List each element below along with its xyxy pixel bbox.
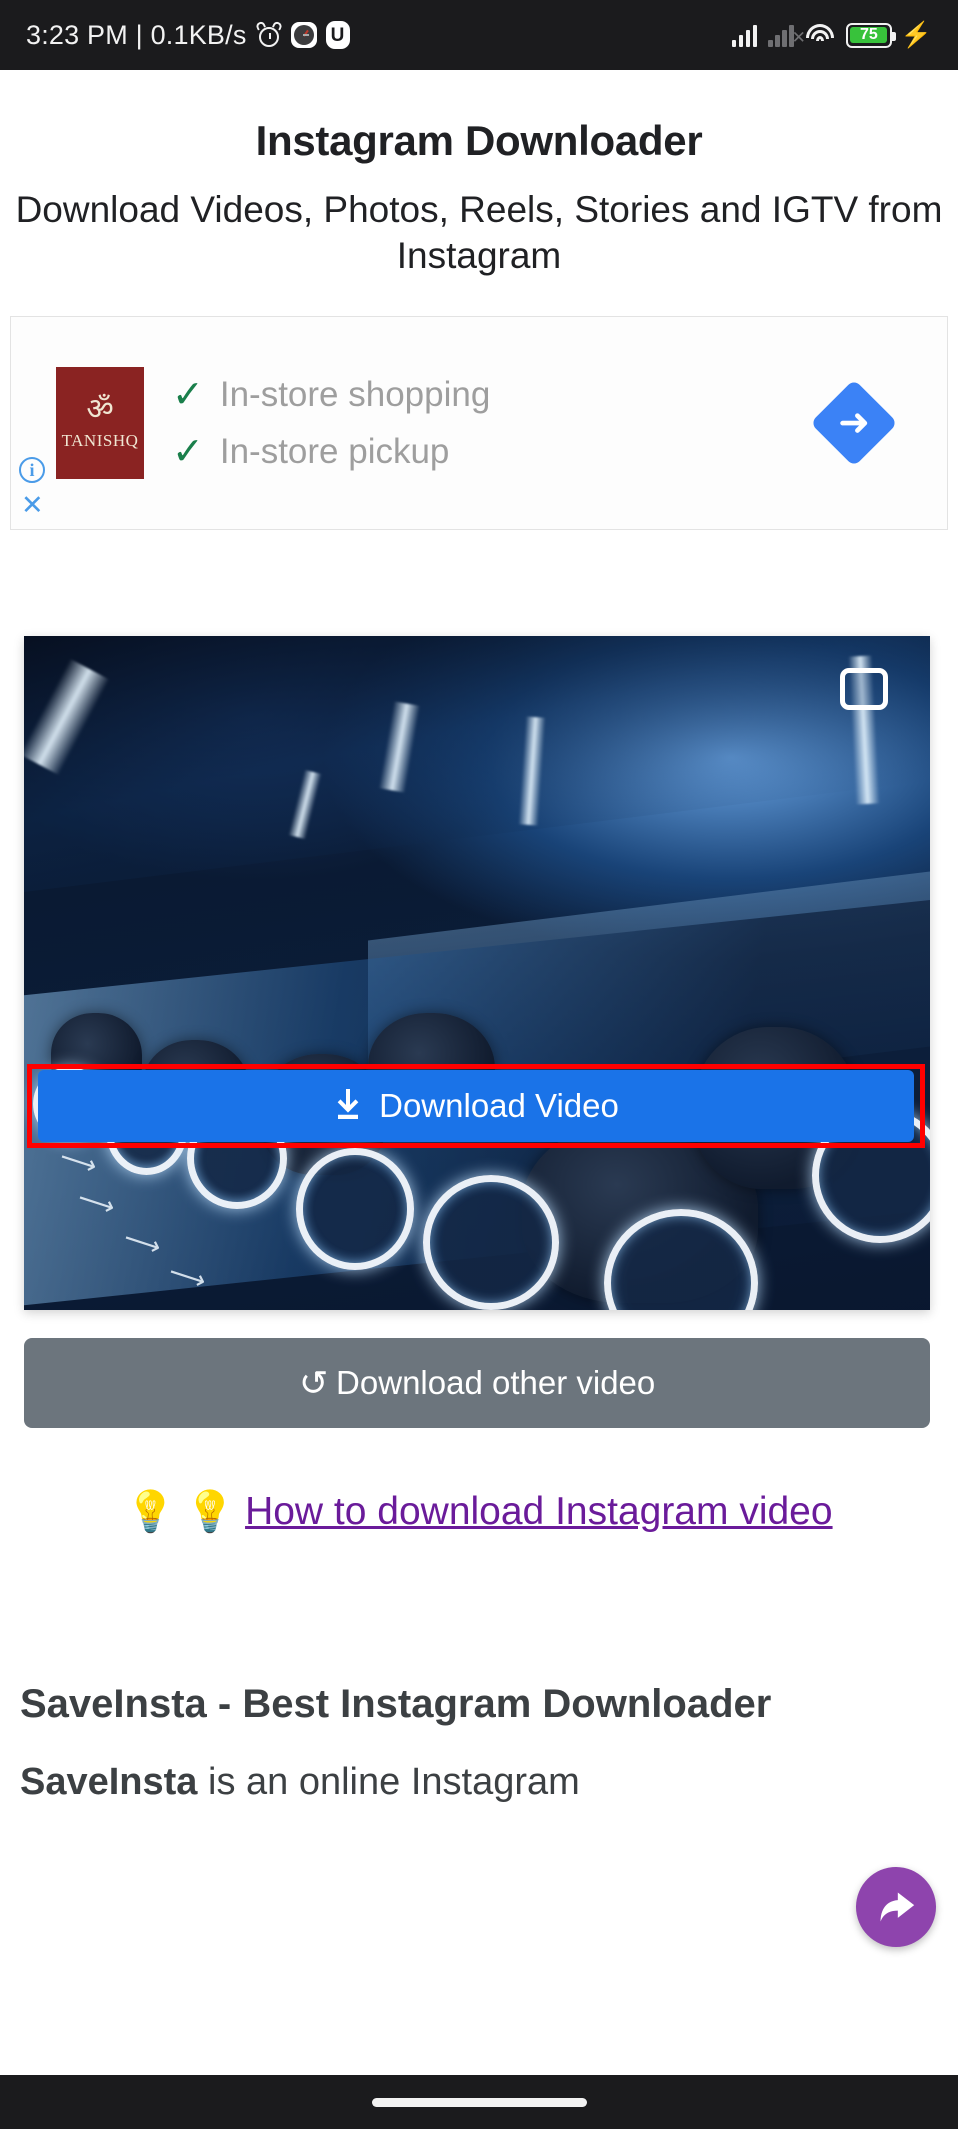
charging-bolt-icon: ⚡ bbox=[900, 20, 932, 49]
signal-full-icon bbox=[731, 23, 758, 47]
wifi-icon bbox=[805, 23, 835, 47]
battery-percent: 75 bbox=[859, 26, 878, 43]
ad-advertiser-logo: ॐ TANISHQ bbox=[56, 367, 144, 479]
clock-app-icon bbox=[290, 22, 317, 48]
status-bar: 3:23 PM | 0.1KB/s U ✕ 75 ⚡ bbox=[0, 0, 958, 70]
how-to-download-link[interactable]: How to download Instagram video bbox=[245, 1490, 833, 1534]
home-indicator[interactable] bbox=[371, 2097, 587, 2107]
signal-no-sim-icon: ✕ bbox=[768, 23, 806, 47]
directions-arrow-icon[interactable]: ➜ bbox=[810, 379, 898, 467]
article-heading: SaveInsta - Best Instagram Downloader bbox=[20, 1682, 772, 1726]
ad-feature-list: ✓ In-store shopping ✓ In-store pickup bbox=[172, 366, 490, 480]
video-preview-card[interactable]: ⟶ ⟶ ⟶ ⟶ bbox=[24, 636, 930, 1310]
share-fab-button[interactable] bbox=[856, 1867, 936, 1947]
highlight-box bbox=[27, 1064, 925, 1148]
ad-feature-label: In-store pickup bbox=[219, 431, 450, 471]
check-icon: ✓ bbox=[172, 373, 204, 416]
video-frame-icon bbox=[840, 668, 888, 710]
download-other-video-button[interactable]: ↻ Download other video bbox=[24, 1338, 930, 1428]
check-icon: ✓ bbox=[172, 430, 204, 473]
download-other-video-label: Download other video bbox=[336, 1364, 656, 1401]
ad-logo-glyph: ॐ bbox=[86, 392, 114, 426]
ad-close-icon[interactable]: ✕ bbox=[21, 492, 44, 519]
bulb-icon: 💡 bbox=[185, 1490, 236, 1534]
page-subtitle: Download Videos, Photos, Reels, Stories … bbox=[15, 189, 943, 276]
status-bar-right: ✕ 75 ⚡ bbox=[731, 20, 932, 49]
page-title: Instagram Downloader bbox=[255, 117, 703, 164]
article-paragraph-rest: is an online Instagram bbox=[197, 1761, 580, 1803]
ad-advertiser-name: TANISHQ bbox=[61, 430, 139, 450]
ad-info-icon[interactable]: i bbox=[19, 457, 45, 483]
status-bar-left: 3:23 PM | 0.1KB/s U bbox=[26, 20, 350, 51]
alarm-icon bbox=[254, 20, 283, 48]
status-bar-time: 3:23 PM | 0.1KB/s bbox=[26, 19, 247, 50]
bulb-icon: 💡 bbox=[125, 1490, 176, 1534]
u-app-icon: U bbox=[325, 21, 350, 49]
ad-banner[interactable]: ॐ TANISHQ ✓ In-store shopping ✓ In-store… bbox=[10, 316, 948, 530]
ad-feature-label: In-store shopping bbox=[219, 374, 491, 414]
article-paragraph: SaveInsta is an online Instagram bbox=[20, 1758, 938, 1807]
ad-feature-row: ✓ In-store pickup bbox=[172, 423, 490, 480]
share-arrow-icon bbox=[874, 1887, 918, 1927]
battery-icon: 75 bbox=[845, 22, 896, 48]
how-to-row: 💡 💡 How to download Instagram video bbox=[0, 1490, 958, 1534]
article-brand: SaveInsta bbox=[20, 1761, 198, 1803]
video-thumbnail-image: ⟶ ⟶ ⟶ ⟶ bbox=[24, 636, 930, 1310]
page-content: Instagram Downloader Download Videos, Ph… bbox=[0, 70, 958, 2075]
system-nav-bar bbox=[0, 2075, 958, 2129]
ad-feature-row: ✓ In-store shopping bbox=[172, 366, 490, 423]
reload-icon: ↻ bbox=[298, 1363, 329, 1403]
